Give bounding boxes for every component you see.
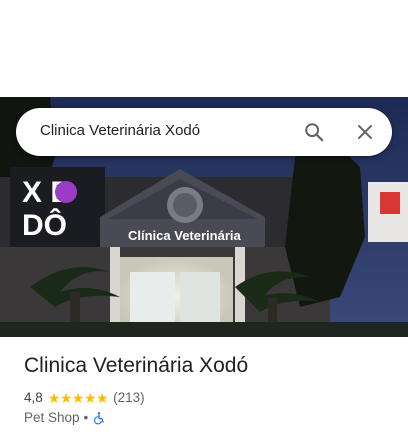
rating-row[interactable]: 4,8 ★ ★ ★ ★ ★ (213) (24, 390, 145, 405)
place-name: Clinica Veterinária Xodó (24, 354, 249, 377)
close-icon (358, 125, 372, 139)
search-icon (305, 123, 324, 142)
logo-emblem (55, 181, 77, 203)
search-input[interactable]: Clinica Veterinária Xodó (40, 122, 200, 139)
category-row: Pet Shop • (24, 410, 106, 425)
review-count[interactable]: (213) (113, 390, 145, 405)
star-icon: ★ (71, 389, 85, 406)
star-icon: ★ (96, 389, 109, 406)
facade-sign-text: Clínica Veterinária (128, 228, 241, 243)
close-button[interactable] (353, 120, 377, 144)
star-icon: ★ (59, 389, 73, 406)
wheelchair-icon (92, 411, 106, 425)
logo-text-bottom: DÔ (22, 208, 67, 242)
star-rating: ★ ★ ★ ★ ★ (47, 389, 109, 406)
search-button[interactable] (302, 120, 326, 144)
rating-value: 4,8 (24, 390, 43, 405)
star-icon: ★ (83, 389, 97, 406)
separator-dot: • (83, 410, 89, 425)
search-bar[interactable]: Clinica Veterinária Xodó (16, 108, 392, 156)
category-label: Pet Shop (24, 410, 80, 425)
star-icon: ★ (47, 389, 61, 406)
